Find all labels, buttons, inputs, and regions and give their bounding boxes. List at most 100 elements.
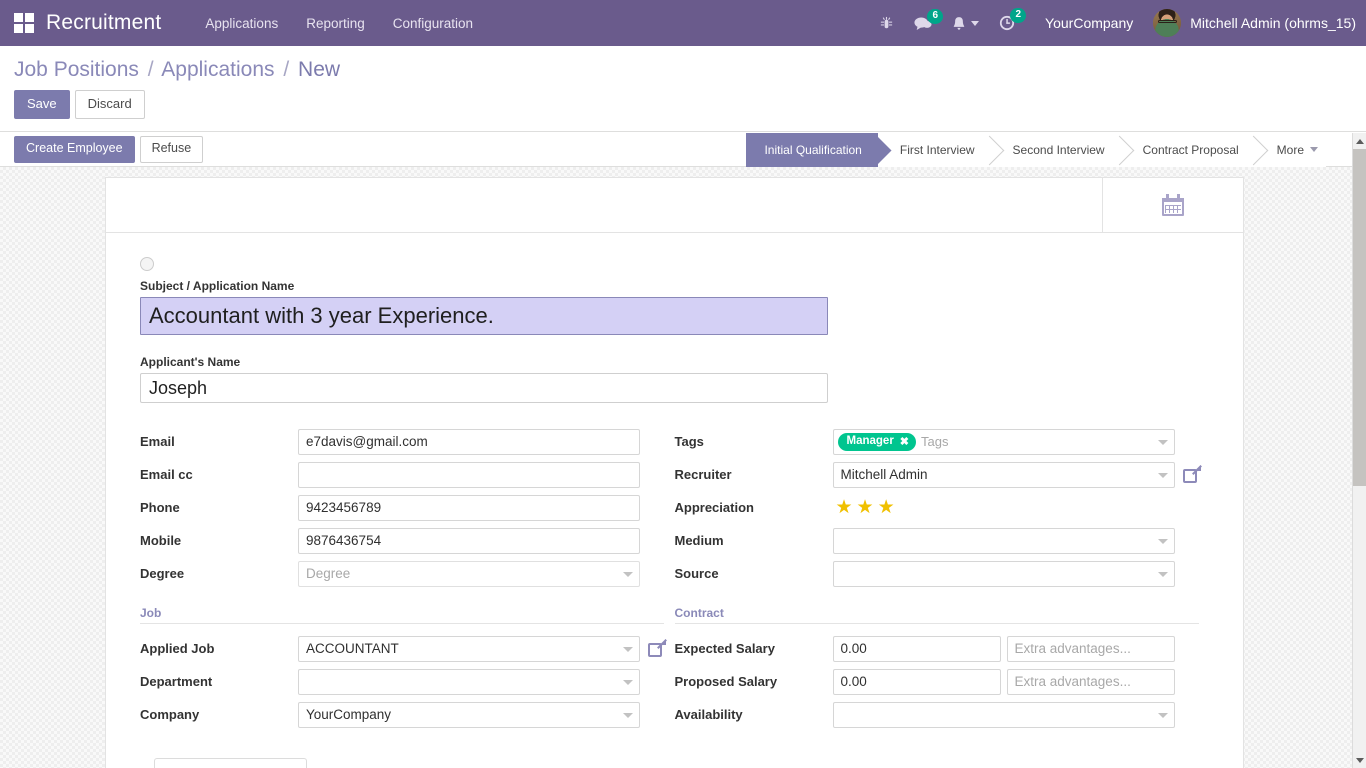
phone-field[interactable] bbox=[298, 494, 640, 521]
company-select[interactable] bbox=[298, 701, 640, 728]
email-label: Email bbox=[140, 434, 175, 449]
email-field[interactable] bbox=[298, 428, 640, 455]
field-row-proposed-salary: Proposed Salary bbox=[675, 665, 1210, 698]
vertical-scrollbar[interactable] bbox=[1352, 133, 1366, 768]
user-menu[interactable]: Mitchell Admin (ohrms_15) bbox=[1153, 9, 1356, 37]
proposed-salary-extra-field[interactable] bbox=[1006, 668, 1175, 695]
job-section-title: Job bbox=[140, 606, 664, 624]
tags-field[interactable]: Manager ✖ Tags bbox=[832, 428, 1175, 455]
company-select-wrap bbox=[298, 701, 640, 728]
save-button[interactable]: Save bbox=[14, 90, 70, 120]
discard-button[interactable]: Discard bbox=[74, 90, 145, 120]
scroll-down-button[interactable] bbox=[1353, 752, 1366, 768]
external-link-icon[interactable] bbox=[648, 639, 666, 657]
expected-salary-extra-field[interactable] bbox=[1006, 635, 1175, 662]
stage-second-interview[interactable]: Second Interview bbox=[990, 132, 1121, 167]
expected-salary-label: Expected Salary bbox=[674, 641, 775, 656]
chevron-down-icon bbox=[1356, 757, 1364, 763]
degree-select[interactable] bbox=[298, 560, 640, 587]
breadcrumb-applications[interactable]: Applications bbox=[161, 58, 274, 81]
stage-statusbar: Initial Qualification First Interview Se… bbox=[746, 132, 1352, 167]
main-field-groups: Email Email cc Phone Mobile bbox=[140, 425, 1209, 731]
department-select[interactable] bbox=[298, 668, 640, 695]
applied-job-select[interactable] bbox=[298, 635, 640, 662]
scrollbar-thumb[interactable] bbox=[1353, 149, 1366, 486]
control-panel-buttons: Save Discard bbox=[0, 82, 1366, 120]
field-row-source: Source bbox=[675, 557, 1210, 590]
field-row-availability: Availability bbox=[675, 698, 1210, 731]
proposed-salary-field[interactable] bbox=[832, 668, 1001, 695]
tab-application-summary[interactable]: Application Summary bbox=[154, 758, 307, 768]
messages-badge: 6 bbox=[927, 8, 944, 24]
field-row-email: Email bbox=[140, 425, 675, 458]
company-switcher[interactable]: YourCompany bbox=[1045, 15, 1133, 31]
navbar-right-tools: 6 2 YourCompany Mitchell Admin (ohrms_15… bbox=[869, 0, 1366, 46]
field-row-email-cc: Email cc bbox=[140, 458, 675, 491]
applied-job-select-wrap bbox=[298, 635, 640, 662]
chevron-up-icon bbox=[1356, 138, 1364, 144]
stage-first-interview[interactable]: First Interview bbox=[877, 132, 991, 167]
calendar-icon bbox=[1162, 194, 1184, 216]
medium-label: Medium bbox=[674, 533, 724, 548]
menu-reporting[interactable]: Reporting bbox=[292, 10, 379, 37]
availability-field[interactable] bbox=[832, 701, 1175, 728]
expected-salary-field[interactable] bbox=[832, 635, 1001, 662]
star-icon-1[interactable]: ★ bbox=[836, 498, 853, 517]
breadcrumb-separator-1: / bbox=[147, 58, 154, 81]
chevron-down-icon bbox=[971, 20, 980, 26]
create-employee-button[interactable]: Create Employee bbox=[14, 136, 135, 163]
scroll-up-button[interactable] bbox=[1353, 133, 1366, 149]
contract-section-title: Contract bbox=[674, 606, 1199, 624]
tags-select-wrap: Manager ✖ Tags bbox=[832, 428, 1175, 455]
subject-input[interactable] bbox=[140, 297, 828, 335]
medium-select-wrap bbox=[832, 527, 1175, 554]
field-row-recruiter: Recruiter bbox=[675, 458, 1210, 491]
tag-manager-label: Manager bbox=[846, 435, 894, 447]
source-select-wrap bbox=[832, 560, 1175, 587]
stage-contract-proposal[interactable]: Contract Proposal bbox=[1120, 132, 1255, 167]
tag-remove-icon[interactable]: ✖ bbox=[900, 435, 909, 448]
field-row-expected-salary: Expected Salary bbox=[675, 632, 1210, 665]
recruiter-select[interactable] bbox=[832, 461, 1175, 488]
breadcrumb-current: New bbox=[298, 58, 341, 81]
bug-icon[interactable] bbox=[879, 16, 894, 31]
refuse-button[interactable]: Refuse bbox=[139, 136, 204, 163]
field-row-medium: Medium bbox=[675, 524, 1210, 557]
control-panel: Job Positions / Applications / New Save … bbox=[0, 46, 1366, 132]
degree-select-wrap bbox=[298, 560, 640, 587]
meetings-stat-button[interactable] bbox=[1102, 178, 1243, 232]
tag-manager: Manager ✖ bbox=[837, 432, 917, 451]
medium-select[interactable] bbox=[832, 527, 1175, 554]
kanban-state-dot[interactable] bbox=[140, 257, 154, 271]
action-status-bar: Create Employee Refuse Initial Qualifica… bbox=[0, 132, 1352, 167]
star-icon-3[interactable]: ★ bbox=[878, 498, 895, 517]
appreciation-label: Appreciation bbox=[674, 500, 754, 515]
department-label: Department bbox=[140, 674, 213, 689]
star-icon-2[interactable]: ★ bbox=[857, 498, 874, 517]
email-cc-label: Email cc bbox=[140, 467, 193, 482]
menu-applications[interactable]: Applications bbox=[191, 10, 292, 37]
username-label: Mitchell Admin (ohrms_15) bbox=[1190, 15, 1356, 31]
field-row-mobile: Mobile bbox=[140, 524, 675, 557]
stage-initial-qualification[interactable]: Initial Qualification bbox=[746, 132, 878, 167]
applicant-name-input[interactable] bbox=[140, 373, 828, 403]
menu-configuration[interactable]: Configuration bbox=[379, 10, 487, 37]
left-field-column: Email Email cc Phone Mobile bbox=[140, 425, 675, 731]
notifications-bell-icon[interactable] bbox=[952, 16, 980, 31]
field-row-appreciation: Appreciation ★ ★ ★ bbox=[675, 491, 1210, 524]
job-section: Job Applied Job ACCOUNTANT Department Co… bbox=[140, 606, 675, 731]
availability-select-wrap bbox=[832, 701, 1175, 728]
recruiter-select-wrap bbox=[832, 461, 1175, 488]
email-cc-field[interactable] bbox=[298, 461, 640, 488]
messages-icon[interactable]: 6 bbox=[914, 8, 944, 31]
apps-grid-icon[interactable] bbox=[14, 13, 34, 33]
source-select[interactable] bbox=[832, 560, 1175, 587]
external-link-icon[interactable] bbox=[1182, 465, 1201, 483]
field-row-degree: Degree bbox=[140, 557, 675, 590]
appreciation-stars[interactable]: ★ ★ ★ bbox=[833, 498, 895, 517]
mobile-field[interactable] bbox=[298, 527, 640, 554]
breadcrumb-job-positions[interactable]: Job Positions bbox=[14, 58, 139, 81]
app-brand-recruitment[interactable]: Recruitment bbox=[46, 11, 161, 35]
activity-clock-icon[interactable]: 2 bbox=[999, 8, 1027, 31]
breadcrumb-separator-2: / bbox=[283, 58, 290, 81]
